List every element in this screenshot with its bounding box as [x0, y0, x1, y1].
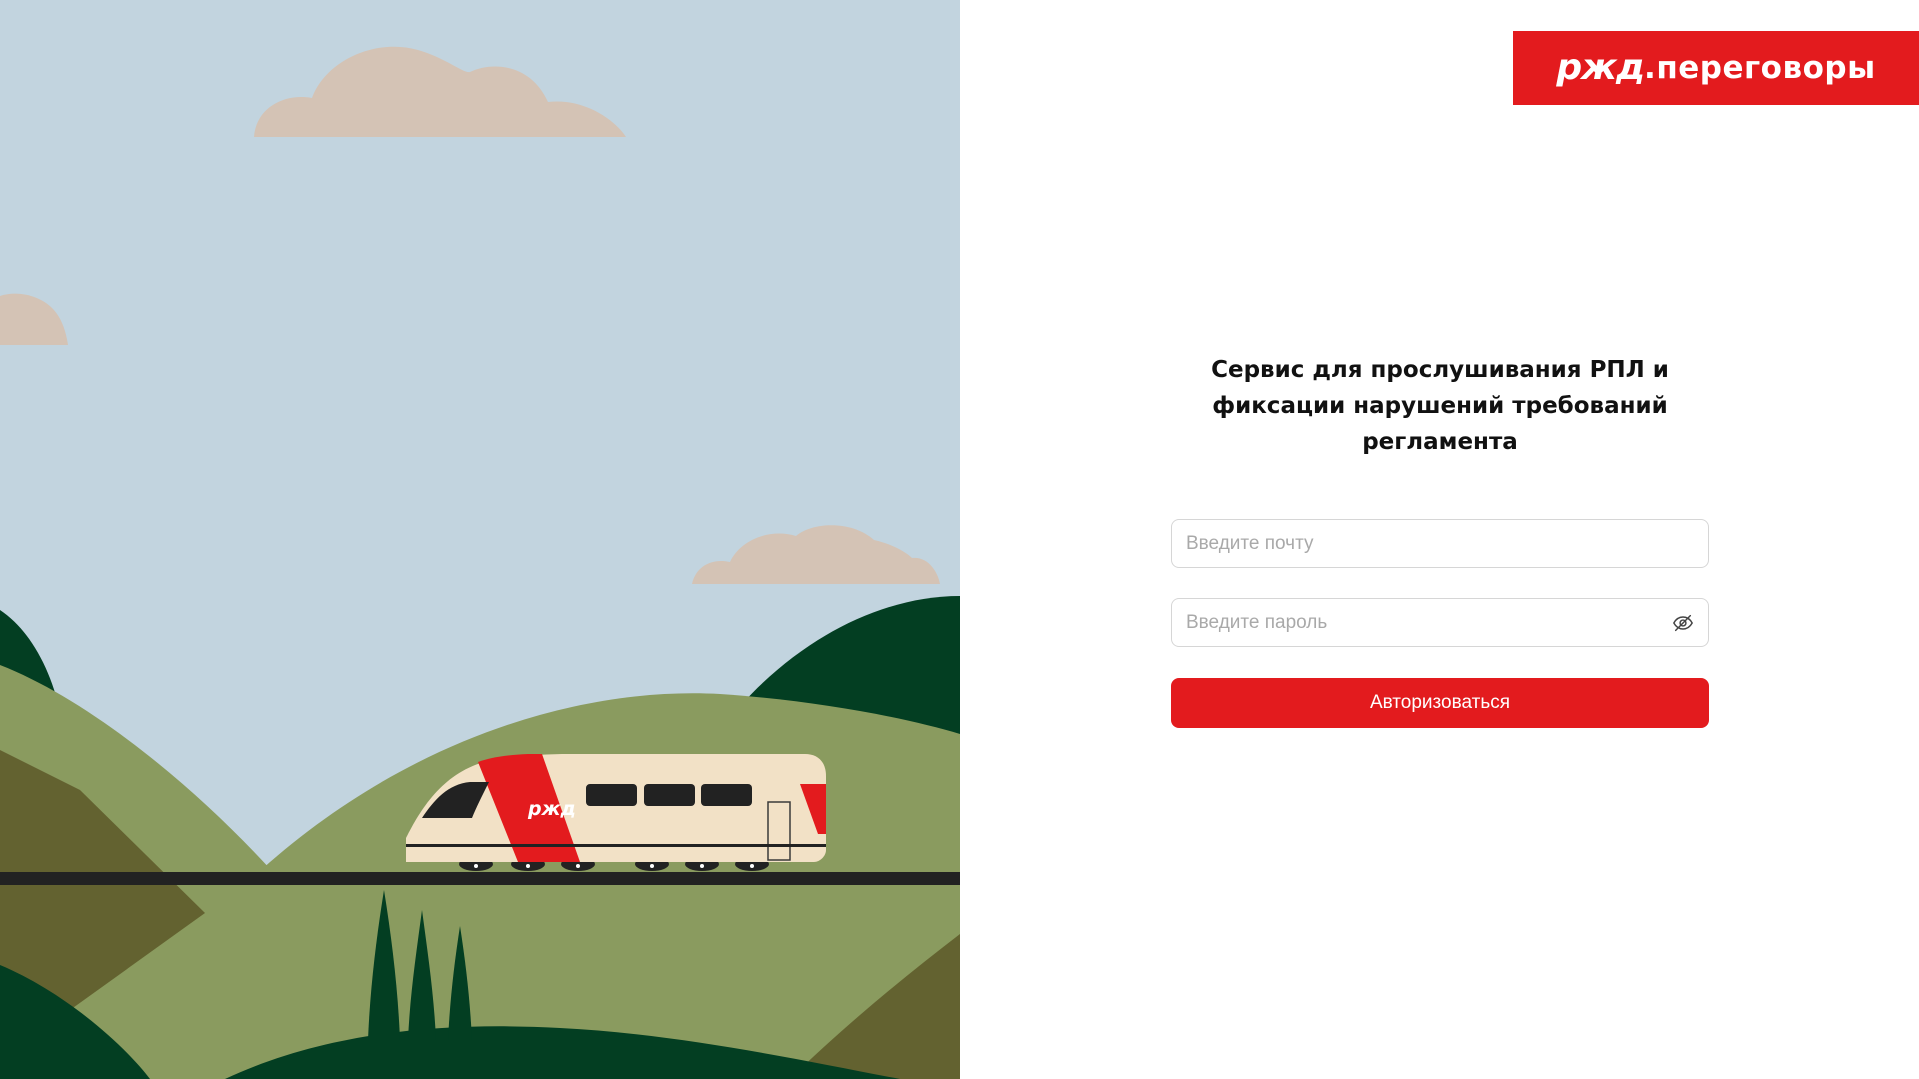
email-field-wrapper — [1171, 519, 1709, 568]
train-window — [701, 784, 752, 806]
train-side-line — [406, 844, 826, 847]
password-input[interactable] — [1172, 599, 1708, 646]
logo-brand-mark: ржд — [1556, 47, 1645, 88]
email-input[interactable] — [1172, 520, 1708, 567]
train-window — [586, 784, 637, 806]
login-page: ржд ржд .переговоры Сервис для прослушива… — [0, 0, 1919, 1079]
page-title-line: фиксации нарушений требований — [1212, 393, 1668, 419]
eye-off-icon[interactable] — [1672, 612, 1694, 634]
login-button[interactable]: Авторизоваться — [1171, 678, 1709, 728]
page-title-line: Сервис для прослушивания РПЛ и — [1211, 357, 1669, 383]
page-title-line: регламента — [1362, 429, 1518, 455]
train-window — [644, 784, 695, 806]
password-field-wrapper — [1171, 598, 1709, 647]
train: ржд — [406, 754, 826, 862]
page-title: Сервис для прослушивания РПЛ и фиксации … — [1171, 352, 1709, 460]
railway-track — [0, 872, 960, 885]
landscape-scene: ржд — [0, 0, 960, 1079]
train-logo: ржд — [527, 798, 576, 820]
logo-suffix: .переговоры — [1644, 49, 1876, 86]
railway-illustration: ржд — [0, 0, 960, 1079]
brand-logo: ржд .переговоры — [1513, 31, 1919, 105]
